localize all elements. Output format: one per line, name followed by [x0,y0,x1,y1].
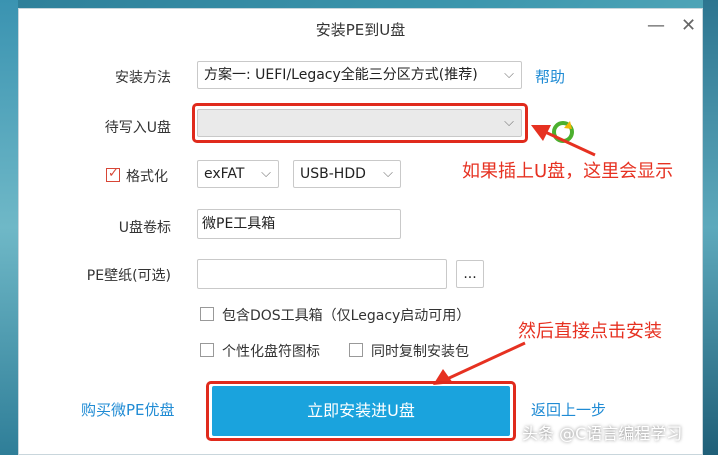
chevron-down-icon: ⌵ [383,166,393,181]
disk-hint-annotation: 如果插上U盘，这里会显示 [462,161,674,182]
custom-icon-label: 个性化盘符图标 [222,344,320,360]
dos-toolbox-label: 包含DOS工具箱（仅Legacy启动可用） [222,308,471,324]
watermark-text: 头条 @C语言编程学习 [522,424,683,443]
install-method-label: 安装方法 [115,70,171,86]
boot-mode-value: USB-HDD [300,166,366,182]
chevron-down-icon: ⌵ [261,166,271,181]
dos-toolbox-checkbox[interactable] [200,307,214,321]
chevron-down-icon: ⌵ [504,67,514,82]
desktop-background-left [0,0,18,455]
wallpaper-label: PE壁纸(可选) [86,268,171,284]
install-button[interactable]: 立即安装进U盘 [212,386,510,436]
minimize-button[interactable]: — [647,15,665,36]
copy-installer-checkbox[interactable] [349,343,363,357]
chevron-down-icon: ⌵ [504,115,514,130]
arrow-to-disk-icon [531,125,596,157]
custom-icon-checkbox[interactable] [200,343,214,357]
install-method-value: 方案一: UEFI/Legacy全能三分区方式(推荐) [204,67,478,83]
filesystem-value: exFAT [204,166,245,182]
target-disk-select[interactable]: ⌵ [197,109,522,137]
volume-label: U盘卷标 [118,220,171,236]
help-link[interactable]: 帮助 [535,66,565,87]
install-dialog: 安装PE到U盘 — ✕ 安装方法 方案一: UEFI/Legacy全能三分区方式… [18,8,703,455]
wallpaper-input[interactable] [197,259,447,289]
buy-usb-link[interactable]: 购买微PE优盘 [81,399,175,420]
install-method-select[interactable]: 方案一: UEFI/Legacy全能三分区方式(推荐) ⌵ [197,61,522,89]
browse-button[interactable]: ... [456,260,484,288]
window-title: 安装PE到U盘 [315,21,406,39]
install-hint-annotation: 然后直接点击安装 [518,321,662,342]
back-link[interactable]: 返回上一步 [531,399,606,420]
title-bar: 安装PE到U盘 — ✕ [19,9,702,47]
boot-mode-select[interactable]: USB-HDD ⌵ [293,160,401,188]
format-checkbox[interactable] [106,166,120,182]
volume-input[interactable]: 微PE工具箱 [197,209,401,239]
format-label: 格式化 [126,169,168,185]
target-disk-label: 待写入U盘 [104,120,171,136]
desktop-background-right [703,0,718,455]
filesystem-select[interactable]: exFAT ⌵ [197,160,279,188]
close-button[interactable]: ✕ [681,15,696,36]
